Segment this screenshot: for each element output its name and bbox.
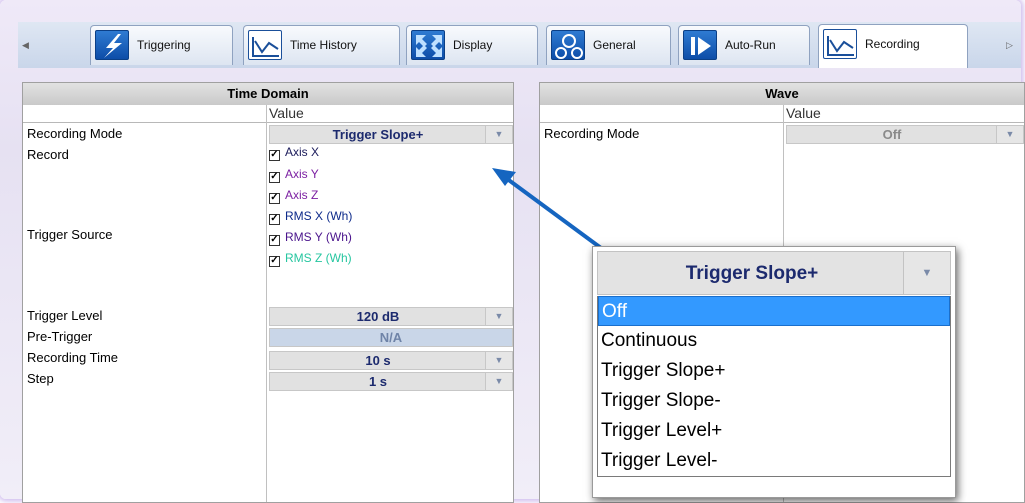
chevron-down-icon[interactable]: ▼ (903, 252, 950, 294)
dropdown-option[interactable]: Trigger Level+ (598, 416, 950, 446)
dropdown-option[interactable]: Trigger Slope+ (598, 356, 950, 386)
dropdown-options: Off Continuous Trigger Slope+ Trigger Slope… (597, 296, 951, 477)
dropdown-header[interactable]: Trigger Slope+ ▼ (597, 251, 951, 295)
dropdown-option[interactable]: Continuous (598, 326, 950, 356)
dropdown-selected-value: Trigger Slope+ (685, 263, 819, 284)
zoomed-dropdown: Trigger Slope+ ▼ Off Continuous Trigger Sl… (592, 246, 956, 498)
dropdown-option[interactable]: Trigger Level- (598, 446, 950, 476)
dropdown-option[interactable]: Off (598, 296, 950, 326)
dropdown-option[interactable]: Trigger Slope- (598, 386, 950, 416)
